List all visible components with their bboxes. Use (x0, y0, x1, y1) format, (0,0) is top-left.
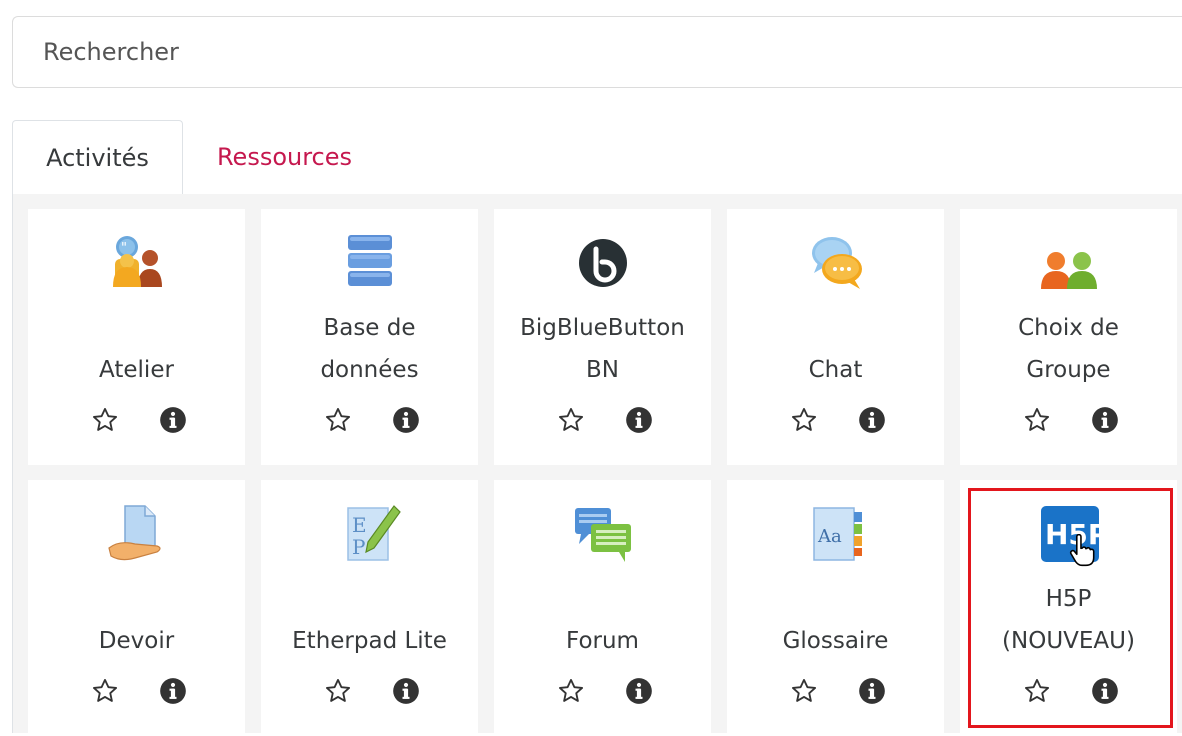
activity-label: H5P (1045, 586, 1092, 612)
info-icon[interactable] (857, 676, 887, 706)
group-choice-icon (1037, 231, 1101, 295)
activity-card-chat[interactable]: Chat (727, 209, 944, 465)
info-icon[interactable] (158, 405, 188, 435)
star-icon[interactable] (90, 405, 120, 435)
search-input[interactable] (12, 16, 1182, 88)
activity-card-choix-de-groupe[interactable]: Choix de Groupe (960, 209, 1177, 465)
forum-icon (571, 502, 635, 566)
activity-grid: " Atelier Base de données BigBlueButton … (12, 194, 1182, 736)
activity-label: Groupe (1026, 357, 1111, 383)
activity-label: Base de (323, 315, 416, 341)
info-icon[interactable] (391, 405, 421, 435)
chat-icon (804, 231, 868, 295)
etherpad-icon: E P (338, 502, 402, 566)
activity-label: BN (586, 357, 619, 383)
info-icon[interactable] (1090, 676, 1120, 706)
activity-card-forum[interactable]: Forum (494, 480, 711, 736)
svg-text:Aa: Aa (817, 526, 842, 547)
star-icon[interactable] (90, 676, 120, 706)
info-icon[interactable] (391, 676, 421, 706)
activity-label: BigBlueButton (520, 315, 685, 341)
database-icon (338, 231, 402, 295)
star-icon[interactable] (1022, 405, 1052, 435)
info-icon[interactable] (158, 676, 188, 706)
star-icon[interactable] (556, 405, 586, 435)
star-icon[interactable] (556, 676, 586, 706)
svg-text:P: P (352, 535, 365, 559)
activity-tabs: Activités Ressources (12, 120, 1182, 195)
bigbluebutton-icon (571, 231, 635, 295)
info-icon[interactable] (857, 405, 887, 435)
activity-card-bigbluebutton[interactable]: BigBlueButton BN (494, 209, 711, 465)
glossary-icon: Aa (804, 502, 868, 566)
activity-card-base-de-donnees[interactable]: Base de données (261, 209, 478, 465)
activity-label: Choix de (1018, 315, 1119, 341)
hand-cursor-icon (1069, 533, 1095, 568)
activity-label: données (320, 357, 419, 383)
info-icon[interactable] (1090, 405, 1120, 435)
activity-card-atelier[interactable]: " Atelier (28, 209, 245, 465)
activity-label: (NOUVEAU) (1002, 628, 1135, 654)
star-icon[interactable] (789, 405, 819, 435)
activity-card-devoir[interactable]: Devoir (28, 480, 245, 736)
activity-label: Forum (566, 628, 639, 654)
activity-label: Devoir (98, 628, 175, 654)
activity-label: Etherpad Lite (292, 628, 447, 654)
tab-activites[interactable]: Activités (12, 120, 183, 195)
activity-label: Chat (808, 357, 863, 383)
activity-card-h5p[interactable]: H5P H5P (NOUVEAU) (960, 480, 1177, 736)
tab-ressources[interactable]: Ressources (183, 120, 386, 194)
activity-card-glossaire[interactable]: Aa Glossaire (727, 480, 944, 736)
activity-label: Glossaire (782, 628, 889, 654)
star-icon[interactable] (1022, 676, 1052, 706)
activity-label: Atelier (99, 357, 174, 383)
svg-text:": " (121, 241, 127, 256)
svg-text:E: E (352, 513, 367, 537)
info-icon[interactable] (624, 676, 654, 706)
star-icon[interactable] (323, 405, 353, 435)
workshop-icon: " (105, 231, 169, 295)
star-icon[interactable] (323, 676, 353, 706)
info-icon[interactable] (624, 405, 654, 435)
activity-card-etherpad-lite[interactable]: E P Etherpad Lite (261, 480, 478, 736)
star-icon[interactable] (789, 676, 819, 706)
assignment-icon (105, 502, 169, 566)
